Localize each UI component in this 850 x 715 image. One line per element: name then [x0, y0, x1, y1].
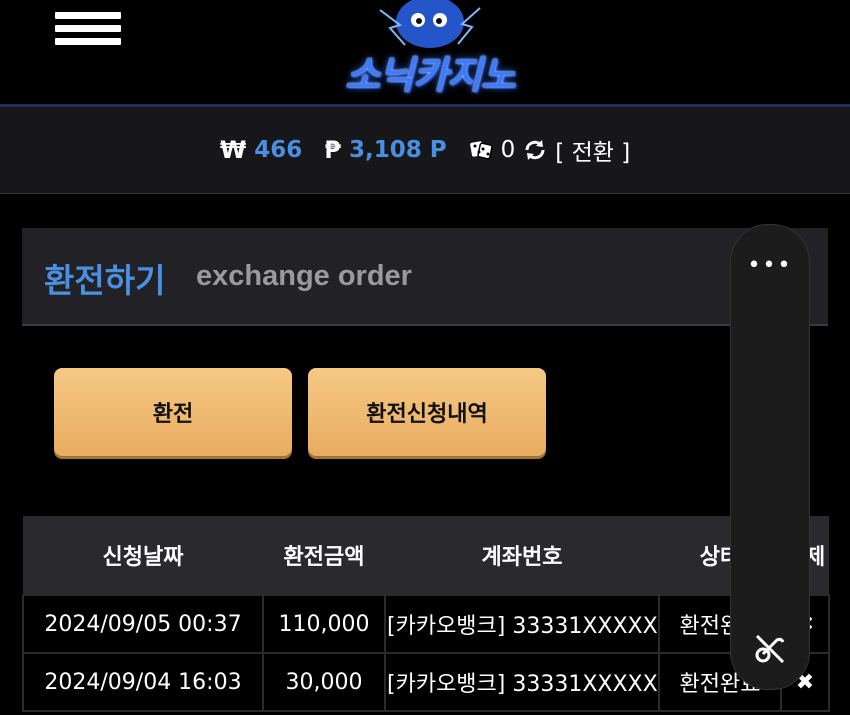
row-date: 2024/09/04 16:03 — [22, 652, 264, 712]
row-date: 2024/09/05 00:37 — [22, 594, 264, 654]
exchange-button[interactable]: 환전 — [54, 368, 292, 456]
cash-balance: ₩ 466 — [220, 136, 303, 164]
point-icon: ₱ — [324, 136, 342, 164]
cash-balance-value: 466 — [254, 137, 303, 163]
won-icon: ₩ — [219, 136, 247, 164]
exchange-panel-header: 환전하기 exchange order — [22, 228, 828, 326]
exchange-history-button[interactable]: 환전신청내역 — [308, 368, 546, 456]
exchange-history-table: 신청날짜 환전금액 계좌번호 상태 삭제 2024/09/05 00:37 11… — [22, 516, 830, 712]
header-account: 계좌번호 — [385, 516, 659, 596]
header-date: 신청날짜 — [23, 516, 263, 596]
table-row: 2024/09/04 16:03 30,000 [카카오뱅크] 33331XXX… — [22, 652, 830, 712]
row-account: [카카오뱅크] 33331XXXXX — [384, 652, 660, 712]
muted-broken-link-icon[interactable] — [751, 630, 789, 668]
dice-icon — [469, 141, 493, 160]
table-row: 2024/09/05 00:37 110,000 [카카오뱅크] 33331XX… — [22, 594, 830, 654]
app-header: 소닉카지노 — [0, 0, 850, 107]
point-balance-value: 3,108 P — [349, 137, 447, 163]
row-amount: 110,000 — [262, 594, 386, 654]
floating-toolbar: ••• — [730, 224, 810, 690]
dice-balance-value: 0 — [500, 137, 516, 163]
point-balance: ₱ 3,108 P — [324, 136, 446, 164]
table-header-row: 신청날짜 환전금액 계좌번호 상태 삭제 — [23, 516, 829, 596]
dice-balance: 0 [ 전환 ] — [469, 133, 630, 167]
row-account: [카카오뱅크] 33331XXXXX — [384, 594, 660, 654]
convert-link[interactable]: [ 전환 ] — [555, 133, 630, 167]
more-options-icon[interactable]: ••• — [731, 253, 809, 278]
refresh-icon[interactable] — [523, 138, 547, 162]
page-subtitle: exchange order — [196, 260, 412, 292]
site-logo[interactable]: 소닉카지노 — [310, 0, 550, 100]
hamburger-menu-icon[interactable] — [55, 12, 121, 46]
row-amount: 30,000 — [262, 652, 386, 712]
page-title: 환전하기 — [44, 261, 166, 300]
balance-bar: ₩ 466 ₱ 3,108 P 0 [ 전환 ] — [0, 107, 850, 194]
header-amount: 환전금액 — [263, 516, 385, 596]
logo-text: 소닉카지노 — [345, 53, 516, 97]
